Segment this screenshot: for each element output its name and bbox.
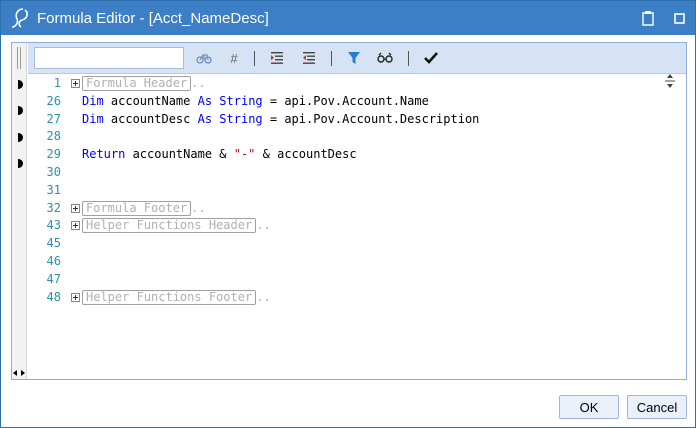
- app-logo-icon: [11, 8, 28, 28]
- scroll-arrows-icon[interactable]: [13, 369, 25, 377]
- line-number: 43: [46, 218, 61, 233]
- formula-editor-window: Formula Editor - [Acct_NameDesc] # 1 For…: [0, 0, 696, 428]
- code-text: Return accountName & "-" & accountDesc: [82, 146, 357, 163]
- collapsed-region[interactable]: Helper Functions Footer: [82, 289, 257, 305]
- drag-handle[interactable]: [17, 47, 18, 69]
- expand-icon[interactable]: [71, 79, 80, 88]
- line-number: 46: [46, 254, 61, 268]
- glasses-icon: [377, 52, 393, 63]
- gutter-marker: [18, 106, 23, 115]
- keyword-token: Return: [82, 147, 126, 162]
- gutter-marker: [18, 80, 23, 89]
- maximize-icon[interactable]: [641, 10, 655, 26]
- code-text: Dim accountDesc As String = api.Pov.Acco…: [82, 111, 479, 128]
- code-line: 27 Dim accountDesc As String = api.Pov.Ac…: [28, 111, 668, 128]
- line-number: 31: [46, 182, 61, 197]
- checkmark-icon: [424, 52, 438, 64]
- editor-toolbar: #: [28, 43, 686, 74]
- ok-button[interactable]: OK: [559, 395, 619, 419]
- collapsed-ellipsis: ..: [256, 289, 271, 304]
- code-area[interactable]: 1 Formula Header.. 26 Dim accountName As St…: [28, 74, 686, 379]
- collapsed-region[interactable]: Helper Functions Header: [82, 218, 257, 234]
- keyword-token: As: [197, 111, 213, 126]
- code-line: 31: [28, 182, 668, 199]
- drag-handle-line: [20, 47, 21, 69]
- keyword-token: String: [219, 111, 263, 126]
- code-line: 30: [28, 164, 668, 181]
- keyword-token: String: [219, 93, 263, 108]
- code-text: Formula Footer..: [82, 200, 206, 217]
- collapsed-region[interactable]: Formula Footer: [82, 200, 192, 216]
- line-number: 30: [46, 165, 61, 179]
- code-token: accountDesc: [103, 111, 198, 126]
- hash-icon: #: [230, 50, 238, 66]
- expand-icon[interactable]: [71, 203, 80, 213]
- indent-icon: [271, 52, 283, 64]
- code-line: 1 Formula Header..: [28, 75, 668, 92]
- code-text: Dim accountName As String = api.Pov.Acco…: [82, 93, 429, 110]
- collapsed-ellipsis: ..: [191, 76, 206, 90]
- bike-button[interactable]: [193, 48, 215, 68]
- code-text: Helper Functions Header..: [82, 217, 271, 234]
- search-input[interactable]: [34, 47, 184, 69]
- outdent-button[interactable]: [298, 48, 320, 68]
- line-number: 28: [46, 129, 61, 144]
- filter-button[interactable]: [343, 48, 365, 68]
- code-line: 29 Return accountName & "-" & accountDesc: [28, 146, 668, 163]
- code-line: 46: [28, 253, 668, 270]
- toolbar-separator: [408, 51, 409, 66]
- line-number: 47: [46, 271, 61, 286]
- line-number: 26: [46, 93, 61, 108]
- code-line: 47: [28, 271, 668, 288]
- collapsed-ellipsis: ..: [191, 200, 206, 215]
- line-number: 29: [46, 147, 61, 162]
- code-line: 48 Helper Functions Footer..: [28, 289, 668, 306]
- code-line: 45: [28, 235, 668, 252]
- gutter-marker: [18, 159, 23, 168]
- code-token: accountName &: [125, 147, 234, 162]
- toolbar-separator: [331, 51, 332, 66]
- code-line: 43 Helper Functions Header..: [28, 217, 668, 234]
- code-token: accountName: [103, 93, 198, 108]
- restore-icon[interactable]: [674, 13, 685, 24]
- expand-icon[interactable]: [71, 292, 80, 302]
- window-title: Formula Editor - [Acct_NameDesc]: [37, 10, 269, 27]
- code-line: 26 Dim accountName As String = api.Pov.Ac…: [28, 93, 668, 110]
- code-text: Formula Header..: [82, 75, 206, 92]
- cancel-button[interactable]: Cancel: [627, 395, 687, 419]
- code-text: Helper Functions Footer..: [82, 289, 271, 306]
- keyword-token: Dim: [82, 111, 104, 126]
- hash-button[interactable]: #: [223, 48, 245, 68]
- filter-icon: [348, 52, 360, 64]
- code-token: = api.Pov.Account.Name: [262, 93, 429, 108]
- editor-gutter-strip: [12, 43, 27, 379]
- code-token: & accountDesc: [255, 147, 357, 162]
- compile-button[interactable]: [420, 48, 442, 68]
- line-number: 45: [46, 236, 61, 251]
- code-line: 28: [28, 128, 668, 145]
- bike-icon: [196, 54, 212, 64]
- collapsed-ellipsis: ..: [256, 218, 271, 233]
- keyword-token: Dim: [82, 93, 104, 108]
- indent-button[interactable]: [266, 48, 288, 68]
- line-number: 1: [53, 76, 61, 90]
- title-bar: Formula Editor - [Acct_NameDesc]: [1, 1, 695, 35]
- outdent-icon: [303, 52, 315, 64]
- string-token: "-": [233, 147, 256, 162]
- code-line: 32 Formula Footer..: [28, 200, 668, 217]
- code-editor: # 1 Formula Header .. 26 Dim accountName…: [11, 42, 687, 380]
- line-number: 48: [46, 289, 61, 304]
- keyword-token: As: [197, 93, 213, 108]
- expand-icon[interactable]: [71, 221, 80, 231]
- collapsed-region[interactable]: Formula Header: [82, 76, 192, 91]
- line-number: 32: [46, 200, 61, 215]
- gutter-marker: [18, 133, 23, 142]
- line-number: 27: [46, 111, 61, 126]
- find-button[interactable]: [374, 48, 396, 68]
- code-token: = api.Pov.Account.Description: [262, 111, 480, 126]
- toolbar-separator: [254, 51, 255, 66]
